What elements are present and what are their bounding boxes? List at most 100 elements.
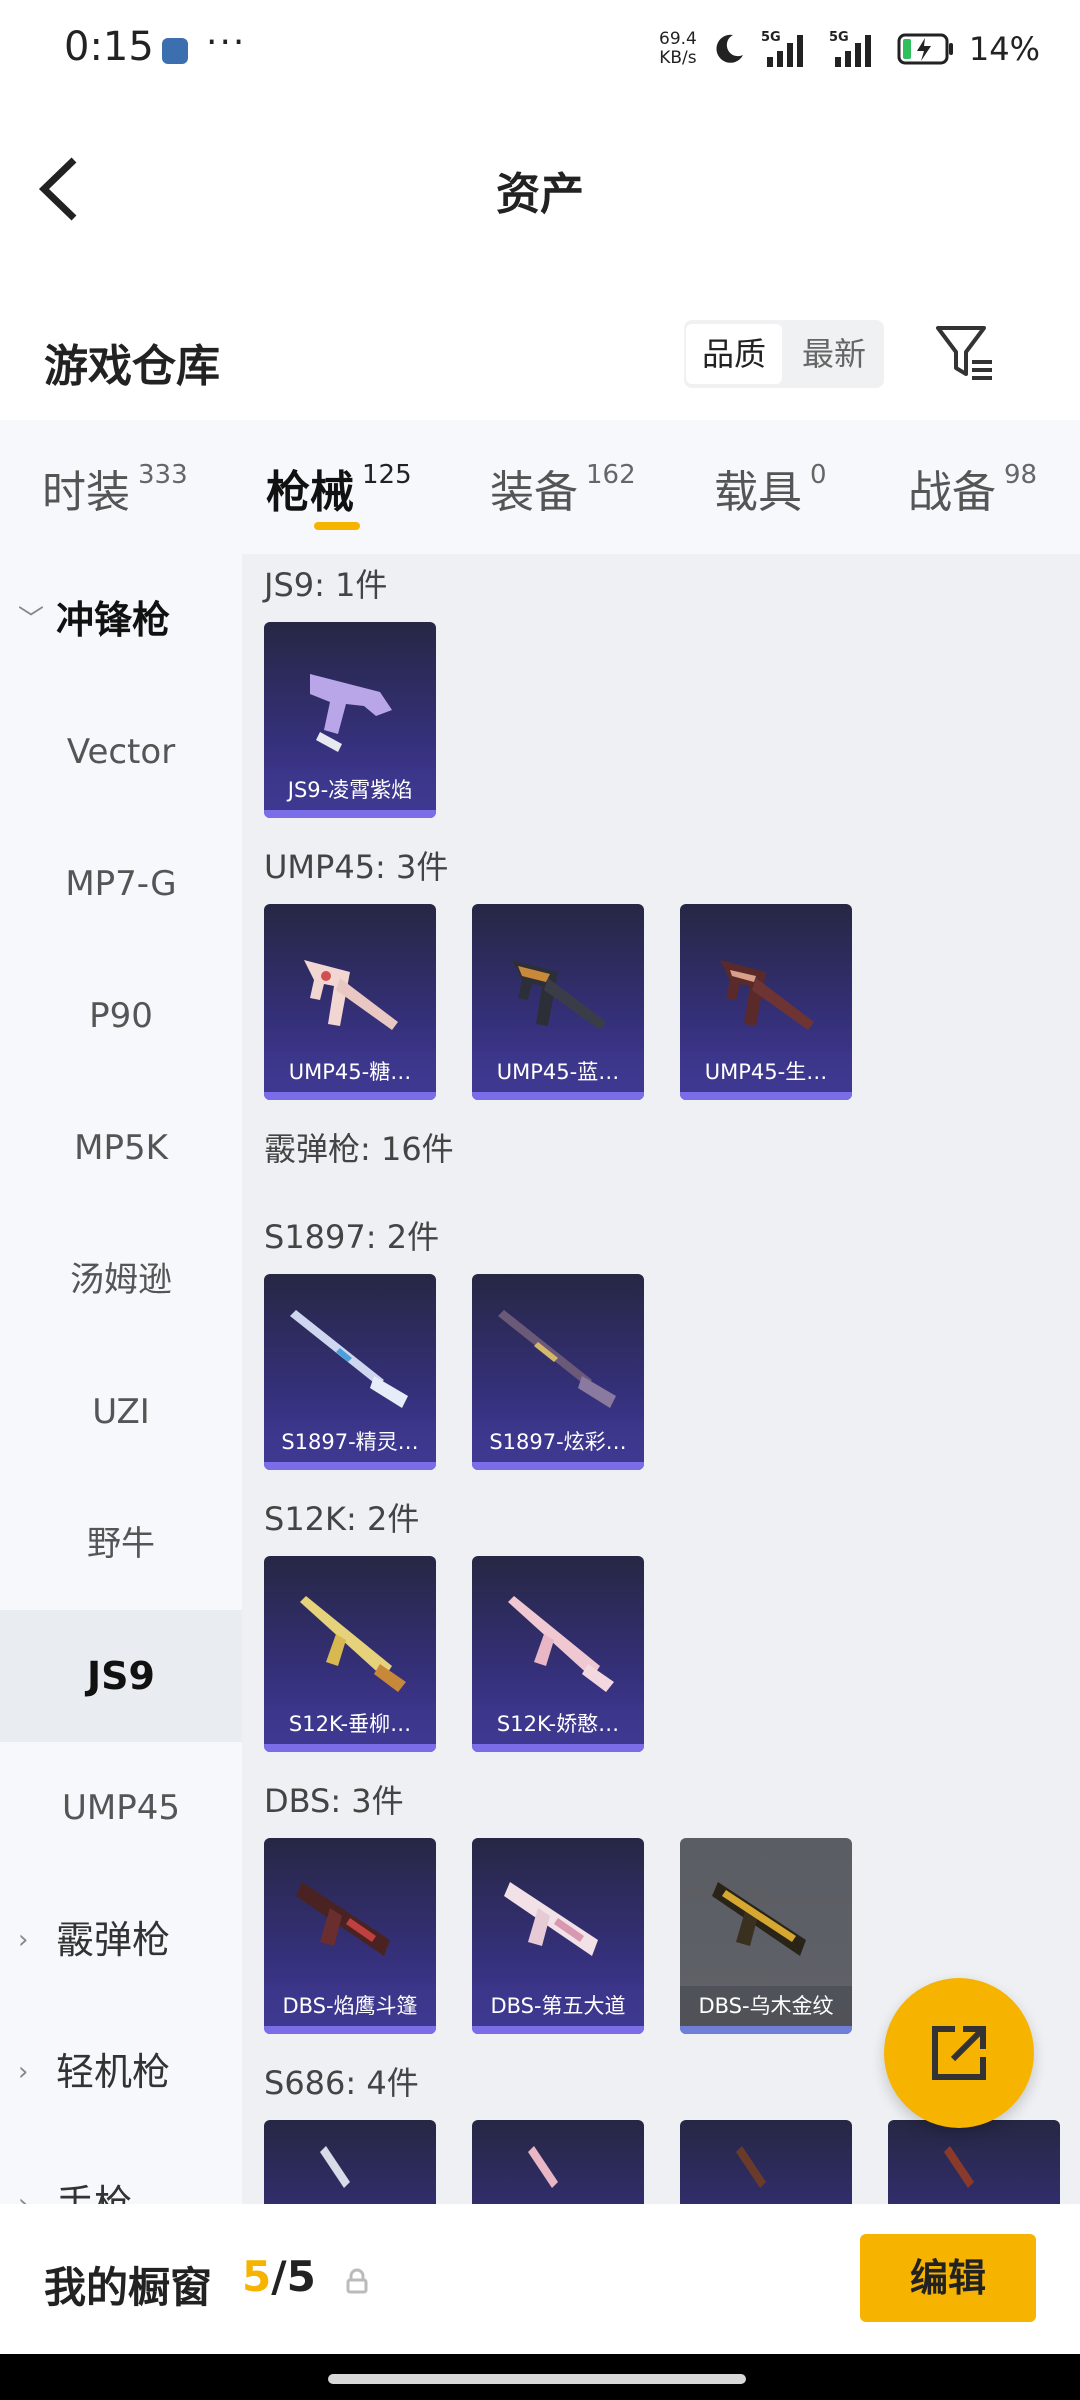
system-nav-bar: [0, 2354, 1080, 2400]
gun-skin-image: [512, 960, 606, 1030]
weapon-name: DBS-焰鹰斗篷: [264, 1986, 436, 2026]
sidebar-item-bizon[interactable]: 野牛: [0, 1478, 242, 1610]
gun-skin-image: [944, 2146, 974, 2188]
chevron-right-icon: ›: [18, 2057, 29, 2087]
chevron-right-icon: ›: [18, 1925, 29, 1955]
weapon-name: S1897-炫彩…: [472, 1422, 644, 1462]
status-bar: 0:15 ··· 69.4 KB/s 5G 5G 14%: [0, 0, 1080, 100]
showcase-label: 我的橱窗: [44, 2263, 213, 2312]
sidebar-item-p90[interactable]: P90: [0, 950, 242, 1082]
battery-icon: [897, 33, 953, 65]
gun-skin-image: [712, 1882, 806, 1956]
sort-by-newest-button[interactable]: 最新: [786, 324, 882, 384]
weapon-name: S12K-娇憨…: [472, 1704, 644, 1744]
share-button[interactable]: [884, 1978, 1034, 2128]
gun-skin-image: [296, 1882, 390, 1956]
weapon-card[interactable]: UMP45-蓝…: [472, 904, 644, 1100]
weapon-card[interactable]: DBS-第五大道: [472, 1838, 644, 2034]
weapon-card[interactable]: UMP45-糖…: [264, 904, 436, 1100]
weapon-card[interactable]: JS9-凌霄紫焰: [264, 622, 436, 818]
section-title: 游戏仓库: [44, 341, 220, 392]
svg-text:5G: 5G: [761, 30, 781, 45]
sidebar-item-thompson[interactable]: 汤姆逊: [0, 1214, 242, 1346]
group-title: UMP45: 3件: [264, 848, 449, 886]
sidebar-group-pistol[interactable]: › 手枪: [0, 2138, 242, 2204]
signal-5g-icon-1: 5G: [761, 30, 803, 67]
top-nav: 资产: [0, 100, 1080, 280]
weapon-card[interactable]: S1897-炫彩…: [472, 1274, 644, 1470]
tab-combat-supplies[interactable]: 战备 98: [908, 456, 1037, 520]
gun-skin-image: [504, 1882, 598, 1956]
weapon-name: UMP45-糖…: [264, 1052, 436, 1092]
gun-skin-image: [300, 1596, 406, 1692]
tab-fashion[interactable]: 时装 333: [42, 456, 188, 520]
showcase-bar: 我的橱窗 5/5 编辑: [0, 2204, 1080, 2354]
group-title: JS9: 1件: [264, 566, 388, 604]
gun-skin-image: [290, 1310, 408, 1408]
app-notification-icon: [162, 38, 188, 64]
sidebar-item-mp5k[interactable]: MP5K: [0, 1082, 242, 1214]
sidebar-item-ump45[interactable]: UMP45: [0, 1742, 242, 1874]
weapon-type-sidebar: ﹀ 冲锋枪 Vector MP7-G P90 MP5K 汤姆逊 UZI 野牛 JS…: [0, 554, 242, 2204]
svg-text:5G: 5G: [829, 30, 849, 45]
gun-skin-image: [528, 2146, 558, 2188]
showcase-count: 5/5: [242, 2252, 316, 2301]
chevron-right-icon: ›: [18, 2189, 29, 2204]
weapon-name: UMP45-生…: [680, 1052, 852, 1092]
more-notifications-icon: ···: [206, 22, 247, 63]
weapon-name: DBS-第五大道: [472, 1986, 644, 2026]
weapon-name: DBS-乌木金纹: [680, 1986, 852, 2026]
active-tab-indicator: [314, 522, 360, 530]
tab-vehicles[interactable]: 载具 0: [714, 456, 827, 520]
sidebar-group-smg[interactable]: ﹀ 冲锋枪: [0, 554, 242, 686]
weapon-card[interactable]: [680, 2120, 852, 2204]
group-title: S1897: 2件: [264, 1218, 440, 1256]
tab-firearms[interactable]: 枪械 125: [266, 456, 412, 520]
filter-icon[interactable]: [934, 322, 996, 384]
tab-equipment[interactable]: 装备 162: [490, 456, 636, 520]
sidebar-item-vector[interactable]: Vector: [0, 686, 242, 818]
group-title: S686: 4件: [264, 2064, 419, 2102]
home-indicator[interactable]: [328, 2374, 746, 2384]
share-icon: [932, 2026, 986, 2080]
weapon-card[interactable]: [472, 2120, 644, 2204]
chevron-down-icon: ﹀: [18, 605, 45, 635]
weapon-card[interactable]: DBS-焰鹰斗篷: [264, 1838, 436, 2034]
weapon-name: S12K-垂柳…: [264, 1704, 436, 1744]
sidebar-group-lmg[interactable]: › 轻机枪: [0, 2006, 242, 2138]
gun-skin-image: [320, 2146, 350, 2188]
weapon-card[interactable]: [264, 2120, 436, 2204]
weapon-card[interactable]: [888, 2120, 1060, 2204]
weapon-grid: JS9: 1件 JS9-凌霄紫焰 UMP45: 3件 UMP45-糖… UMP4…: [242, 554, 1080, 2204]
gun-skin-image: [310, 674, 392, 752]
screen: 0:15 ··· 69.4 KB/s 5G 5G 14% 资产 游戏仓库 品质 …: [0, 0, 1080, 2400]
sidebar-item-mp7g[interactable]: MP7-G: [0, 818, 242, 950]
gun-skin-image: [304, 960, 398, 1030]
edit-button[interactable]: 编辑: [860, 2234, 1036, 2322]
weapon-name: UMP45-蓝…: [472, 1052, 644, 1092]
status-time: 0:15: [64, 24, 154, 70]
weapon-card[interactable]: S12K-娇憨…: [472, 1556, 644, 1752]
lock-icon: [346, 2268, 368, 2294]
group-title: S12K: 2件: [264, 1500, 420, 1538]
weapon-card[interactable]: UMP45-生…: [680, 904, 852, 1100]
gun-skin-image: [508, 1596, 614, 1692]
sort-by-quality-button[interactable]: 品质: [686, 324, 782, 384]
net-speed: 69.4 KB/s: [659, 29, 697, 68]
category-tabs: 时装 333 枪械 125 装备 162 载具 0 战备 98: [0, 420, 1080, 554]
gun-skin-image: [720, 960, 814, 1030]
sidebar-group-shotgun[interactable]: › 霰弹枪: [0, 1874, 242, 2006]
battery-percent: 14%: [968, 30, 1040, 68]
moon-icon: [716, 34, 743, 63]
sidebar-item-js9[interactable]: JS9: [0, 1610, 242, 1742]
weapon-card[interactable]: S1897-精灵…: [264, 1274, 436, 1470]
sidebar-item-uzi[interactable]: UZI: [0, 1346, 242, 1478]
gun-skin-image: [498, 1310, 616, 1408]
weapon-name: S1897-精灵…: [264, 1422, 436, 1462]
weapon-card[interactable]: DBS-乌木金纹: [680, 1838, 852, 2034]
signal-5g-icon-2: 5G: [829, 30, 871, 67]
weapon-name: JS9-凌霄紫焰: [264, 770, 436, 810]
warehouse-section-header: 游戏仓库 品质 最新: [0, 300, 1080, 420]
gun-skin-image: [736, 2146, 766, 2188]
weapon-card[interactable]: S12K-垂柳…: [264, 1556, 436, 1752]
